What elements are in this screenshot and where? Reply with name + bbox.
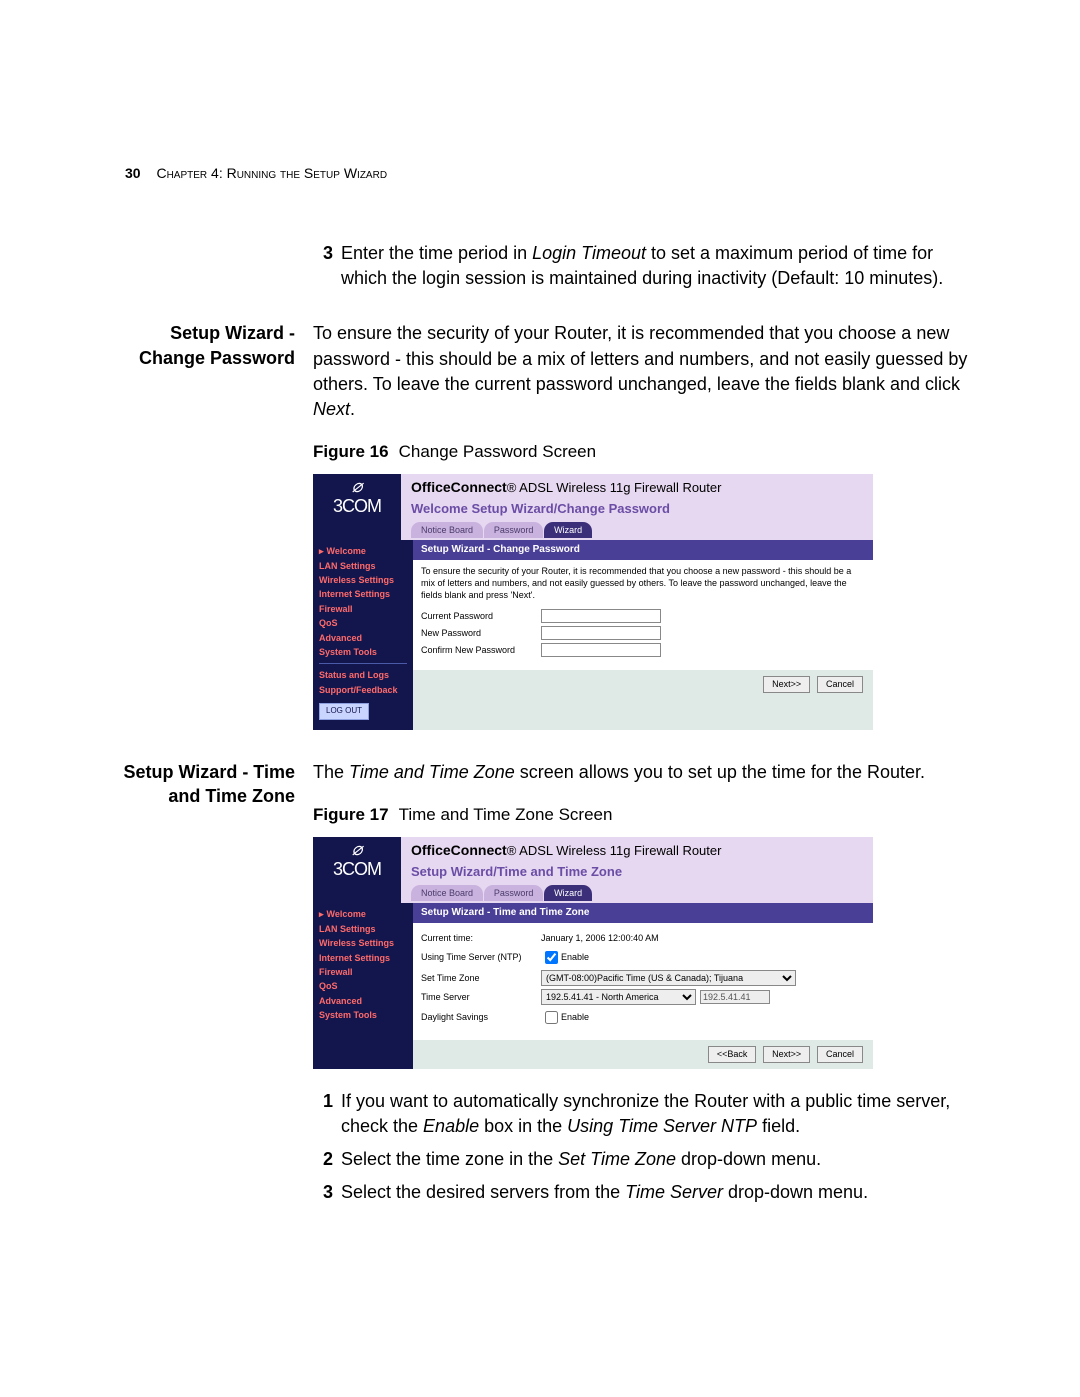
tab-notice-board[interactable]: Notice Board	[411, 885, 483, 902]
nav-system[interactable]: System Tools	[319, 645, 407, 659]
nav-wireless[interactable]: Wireless Settings	[319, 936, 407, 950]
ntp-enable-checkbox[interactable]	[545, 951, 558, 964]
nav-internet[interactable]: Internet Settings	[319, 587, 407, 601]
panel-blurb: To ensure the security of your Router, i…	[421, 566, 865, 601]
daylight-enable-checkbox[interactable]	[545, 1011, 558, 1024]
label-time-server: Time Server	[421, 991, 541, 1004]
section-paragraph: To ensure the security of your Router, i…	[313, 321, 980, 422]
cancel-button[interactable]: Cancel	[817, 1046, 863, 1063]
nav-wireless[interactable]: Wireless Settings	[319, 573, 407, 587]
tab-wizard[interactable]: Wizard	[544, 522, 592, 539]
page-number: 30	[125, 165, 141, 181]
figure-16-screenshot: ⌀ 3COM OfficeConnect® ADSL Wireless 11g …	[313, 474, 873, 730]
nav-advanced[interactable]: Advanced	[319, 994, 407, 1008]
nav-system[interactable]: System Tools	[319, 1008, 407, 1022]
section-heading-time-zone: Setup Wizard - Time and Time Zone	[100, 760, 313, 809]
sidebar-nav: Welcome LAN Settings Wireless Settings I…	[313, 540, 413, 730]
label-daylight: Daylight Savings	[421, 1011, 541, 1024]
section-paragraph: The Time and Time Zone screen allows you…	[313, 760, 980, 785]
next-button[interactable]: Next>>	[763, 676, 810, 693]
panel-title: Setup Wizard - Time and Time Zone	[413, 903, 873, 923]
cancel-button[interactable]: Cancel	[817, 676, 863, 693]
page-subtitle: Setup Wizard/Time and Time Zone	[411, 863, 863, 881]
product-title: OfficeConnect® ADSL Wireless 11g Firewal…	[411, 841, 863, 861]
timezone-select[interactable]: (GMT-08:00)Pacific Time (US & Canada); T…	[541, 970, 796, 986]
nav-status[interactable]: Status and Logs	[319, 668, 407, 682]
value-current-time: January 1, 2006 12:00:40 AM	[541, 932, 659, 945]
step-1: 1 If you want to automatically synchroni…	[313, 1089, 980, 1139]
label-enable: Enable	[561, 1011, 589, 1024]
tab-notice-board[interactable]: Notice Board	[411, 522, 483, 539]
label-current-time: Current time:	[421, 932, 541, 945]
new-password-input[interactable]	[541, 626, 661, 640]
figure-17-caption: Figure 17Time and Time Zone Screen	[313, 803, 980, 827]
nav-qos[interactable]: QoS	[319, 979, 407, 993]
step-3: 3 Enter the time period in Login Timeout…	[313, 241, 980, 291]
nav-welcome[interactable]: Welcome	[319, 544, 407, 558]
label-confirm-password: Confirm New Password	[421, 644, 541, 657]
tab-wizard[interactable]: Wizard	[544, 885, 592, 902]
nav-welcome[interactable]: Welcome	[319, 907, 407, 921]
logo-3com: ⌀ 3COM	[313, 837, 401, 903]
label-set-timezone: Set Time Zone	[421, 972, 541, 985]
nav-firewall[interactable]: Firewall	[319, 965, 407, 979]
nav-qos[interactable]: QoS	[319, 616, 407, 630]
logout-button[interactable]: LOG OUT	[319, 703, 369, 720]
back-button[interactable]: <<Back	[708, 1046, 757, 1063]
figure-16-caption: Figure 16Change Password Screen	[313, 440, 980, 464]
page-subtitle: Welcome Setup Wizard/Change Password	[411, 500, 863, 518]
step-3b: 3 Select the desired servers from the Ti…	[313, 1180, 980, 1205]
product-title: OfficeConnect® ADSL Wireless 11g Firewal…	[411, 478, 863, 498]
time-server-select[interactable]: 192.5.41.41 - North America	[541, 989, 696, 1005]
label-new-password: New Password	[421, 627, 541, 640]
chapter-title: Chapter 4: Running the Setup Wizard	[156, 165, 387, 181]
nav-support[interactable]: Support/Feedback	[319, 683, 407, 697]
nav-lan[interactable]: LAN Settings	[319, 922, 407, 936]
nav-firewall[interactable]: Firewall	[319, 602, 407, 616]
label-current-password: Current Password	[421, 610, 541, 623]
sidebar-nav: Welcome LAN Settings Wireless Settings I…	[313, 903, 413, 1068]
next-button[interactable]: Next>>	[763, 1046, 810, 1063]
logo-3com: ⌀ 3COM	[313, 474, 401, 540]
nav-advanced[interactable]: Advanced	[319, 631, 407, 645]
nav-internet[interactable]: Internet Settings	[319, 951, 407, 965]
current-password-input[interactable]	[541, 609, 661, 623]
time-server-ip	[700, 990, 770, 1004]
label-ntp: Using Time Server (NTP)	[421, 951, 541, 964]
panel-title: Setup Wizard - Change Password	[413, 540, 873, 560]
nav-lan[interactable]: LAN Settings	[319, 559, 407, 573]
tab-password[interactable]: Password	[484, 885, 544, 902]
section-heading-change-password: Setup Wizard - Change Password	[100, 321, 313, 370]
figure-17-screenshot: ⌀ 3COM OfficeConnect® ADSL Wireless 11g …	[313, 837, 873, 1069]
running-header: 30 Chapter 4: Running the Setup Wizard	[100, 165, 980, 181]
step-2: 2 Select the time zone in the Set Time Z…	[313, 1147, 980, 1172]
label-enable: Enable	[561, 951, 589, 964]
tab-password[interactable]: Password	[484, 522, 544, 539]
confirm-password-input[interactable]	[541, 643, 661, 657]
